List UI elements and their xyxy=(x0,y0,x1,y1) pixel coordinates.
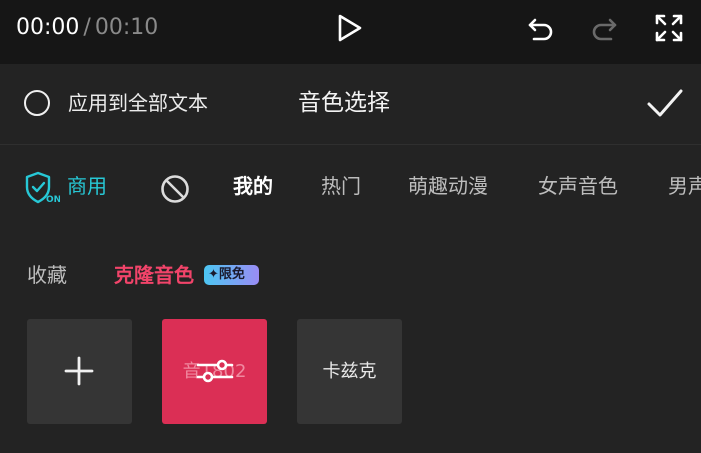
free-limited-badge: ✦限免 xyxy=(204,265,259,285)
tab-cute-anime[interactable]: 萌趣动漫 xyxy=(408,172,488,200)
voice-card-label: 卡兹克 xyxy=(322,361,377,382)
category-tabs: ON 商用 我的 热门 萌趣动漫 女声音色 男声 xyxy=(0,150,701,222)
voice-card-selected[interactable]: 音1802 xyxy=(162,319,267,424)
voice-select-header: 应用到全部文本 音色选择 xyxy=(0,64,701,145)
play-icon[interactable] xyxy=(336,13,364,43)
sub-tabs: 收藏 克隆音色 ✦限免 xyxy=(0,250,701,300)
undo-icon[interactable] xyxy=(526,14,556,44)
subtab-clone-voice[interactable]: 克隆音色 xyxy=(114,262,194,288)
apply-all-label[interactable]: 应用到全部文本 xyxy=(68,90,208,116)
time-separator: / xyxy=(83,15,91,40)
duration: 00:10 xyxy=(94,15,159,40)
tab-female-voice[interactable]: 女声音色 xyxy=(538,172,618,200)
voice-card-kazike[interactable]: 卡兹克 xyxy=(297,319,402,424)
apply-all-radio[interactable] xyxy=(24,90,50,116)
player-toolbar: 00:00/00:10 xyxy=(0,0,701,64)
redo-icon[interactable] xyxy=(589,14,619,44)
checkmark-icon[interactable] xyxy=(646,86,684,120)
shield-badge-text: ON xyxy=(46,195,60,205)
page-title: 音色选择 xyxy=(298,90,390,116)
tab-hot[interactable]: 热门 xyxy=(321,172,361,200)
subtab-favorites[interactable]: 收藏 xyxy=(27,262,67,288)
playback-time: 00:00/00:10 xyxy=(16,14,158,42)
commercial-shield-icon[interactable]: ON xyxy=(24,170,60,206)
tab-commercial[interactable]: 商用 xyxy=(67,172,107,200)
no-voice-icon[interactable] xyxy=(160,174,190,204)
current-time: 00:00 xyxy=(16,15,80,40)
plus-icon xyxy=(64,356,94,386)
adjust-sliders-icon[interactable] xyxy=(195,356,235,386)
tab-male-voice[interactable]: 男声 xyxy=(668,172,701,200)
tab-mine[interactable]: 我的 xyxy=(233,172,273,200)
add-voice-card[interactable] xyxy=(27,319,132,424)
fullscreen-icon[interactable] xyxy=(654,13,684,43)
